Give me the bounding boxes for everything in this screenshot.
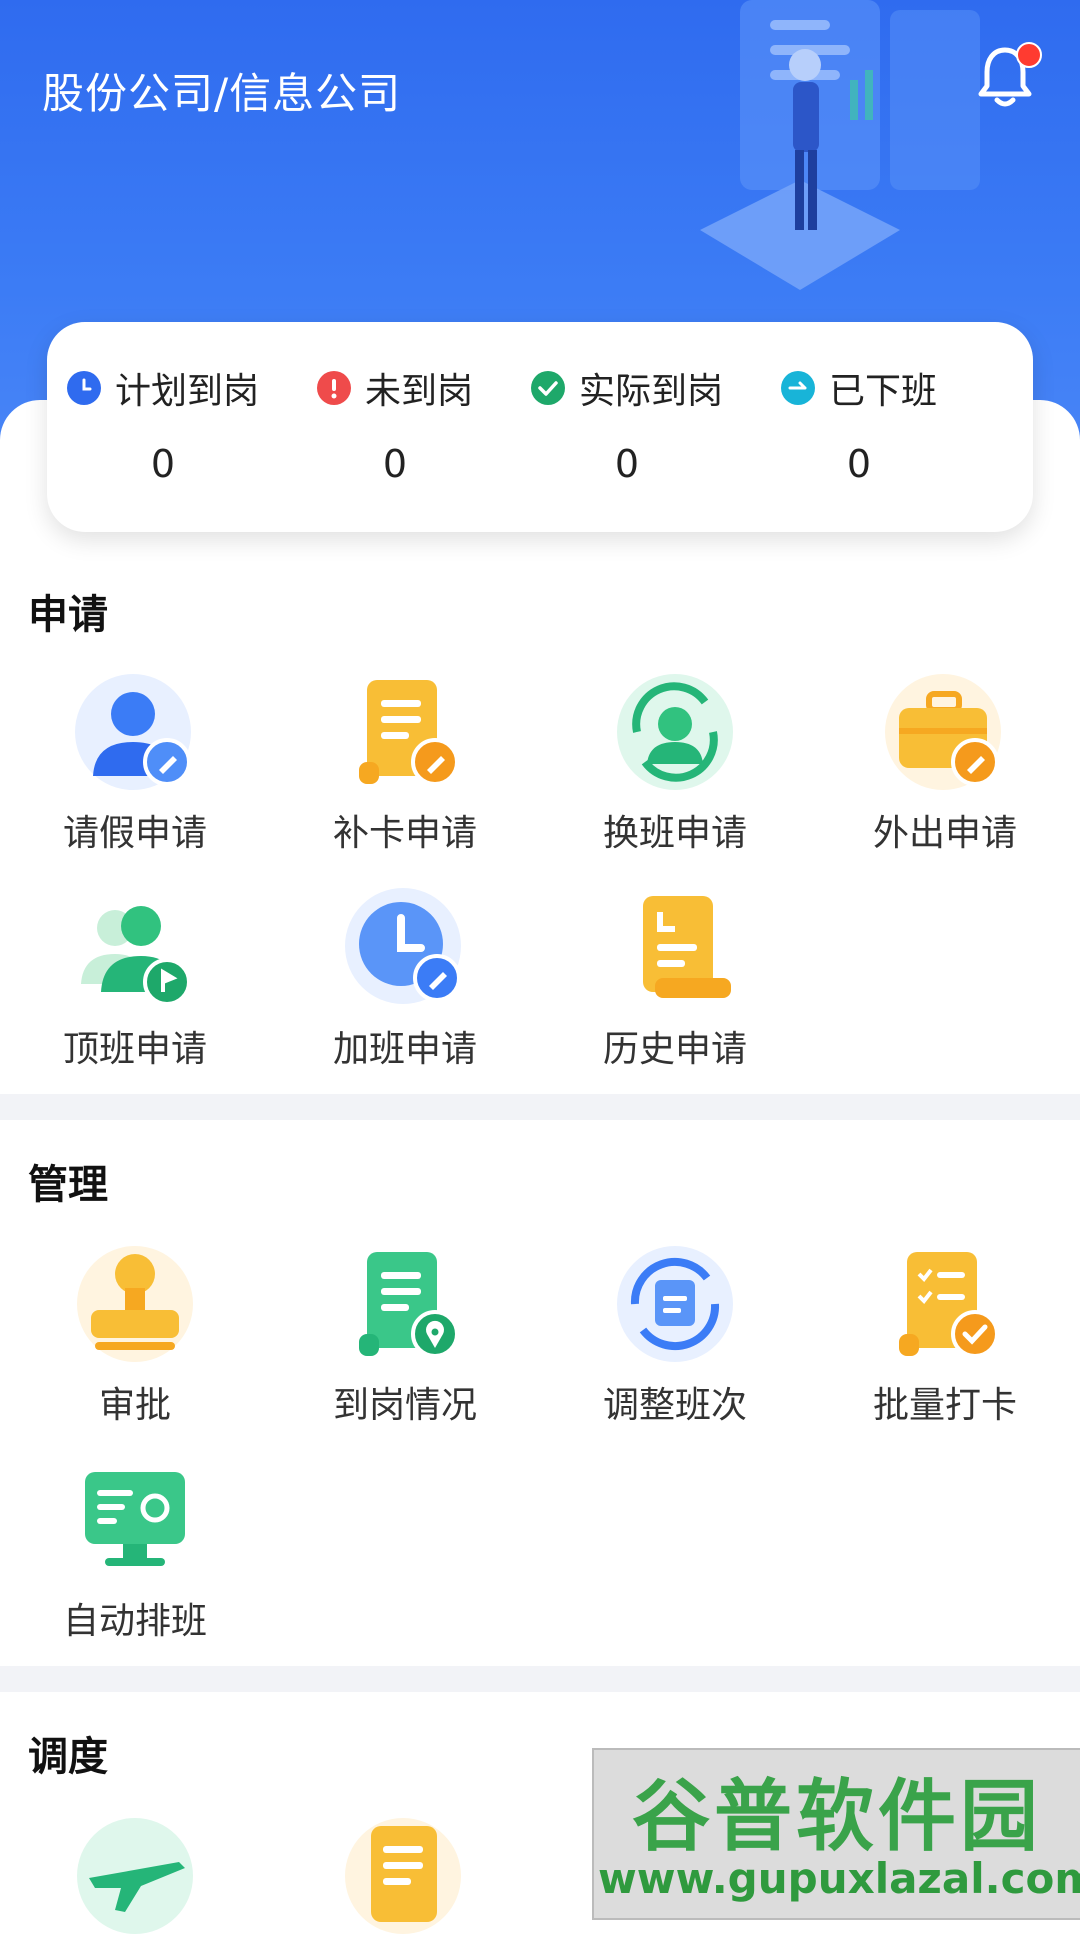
tile-label: 外出申请	[872, 813, 1017, 854]
tile-label: 换班申请	[602, 813, 747, 854]
stat-value: 0	[846, 442, 872, 486]
calendar-refresh-icon	[617, 1246, 733, 1362]
person-edit-icon	[75, 674, 191, 790]
stat-absent[interactable]: 未到岗 0	[279, 322, 511, 532]
tile-label: 调整班次	[602, 1385, 747, 1426]
checklist-icon	[899, 1252, 999, 1358]
content-panel	[0, 400, 1080, 1920]
stat-value: 0	[614, 442, 640, 486]
org-title[interactable]: 股份公司/信息公司	[42, 60, 401, 121]
person-flag-icon	[81, 906, 191, 1006]
adjust-shift[interactable]: 调整班次	[565, 1244, 785, 1434]
auto-scheduling[interactable]: 自动排班	[25, 1460, 245, 1650]
clock-icon	[66, 371, 101, 405]
tile-label: 审批	[98, 1385, 171, 1426]
tile-label: 自动排班	[62, 1601, 207, 1642]
attendance-status[interactable]: 到岗情况	[295, 1244, 515, 1434]
stat-label: 已下班	[828, 371, 937, 412]
monitor-refresh-icon	[85, 1472, 185, 1566]
exit-arrow-icon	[780, 371, 815, 405]
document-edit-icon	[359, 680, 459, 786]
section-divider	[0, 1666, 1080, 1692]
alert-icon	[316, 371, 351, 405]
stat-label: 未到岗	[364, 371, 473, 412]
stat-offduty[interactable]: 已下班 0	[743, 322, 975, 532]
stat-label: 计划到岗	[114, 371, 259, 412]
check-icon	[530, 371, 565, 405]
stat-actual[interactable]: 实际到岗 0	[511, 322, 743, 532]
stat-planned[interactable]: 计划到岗 0	[47, 322, 279, 532]
tile-label: 请假申请	[62, 813, 207, 854]
cover-shift-application[interactable]: 顶班申请	[25, 888, 245, 1078]
section-title-dispatch: 调度	[28, 1734, 108, 1780]
leave-application[interactable]: 请假申请	[25, 672, 245, 862]
shift-swap-application[interactable]: 换班申请	[565, 672, 785, 862]
section-title-apply: 申请	[28, 592, 108, 638]
batch-clock-in[interactable]: 批量打卡	[835, 1244, 1055, 1434]
person-swap-icon	[617, 674, 733, 790]
section-divider	[0, 1094, 1080, 1120]
tile-label: 批量打卡	[872, 1385, 1017, 1426]
tile-label: 加班申请	[332, 1029, 477, 1070]
card-supplement-application[interactable]: 补卡申请	[295, 672, 515, 862]
history-application[interactable]: 历史申请	[565, 888, 785, 1078]
tile-label: 顶班申请	[62, 1029, 207, 1070]
watermark: 谷普软件园 www.gupuxlazal.com	[592, 1748, 1080, 1920]
clock-edit-icon	[345, 888, 461, 1004]
watermark-url: www.gupuxlazal.com	[598, 1854, 1080, 1903]
history-document-icon	[643, 896, 731, 998]
stamp-icon	[77, 1246, 193, 1362]
tile-label: 补卡申请	[332, 813, 477, 854]
document-location-icon	[359, 1252, 459, 1358]
stat-value: 0	[150, 442, 176, 486]
tile-label: 到岗情况	[332, 1385, 477, 1426]
tile-label: 历史申请	[602, 1029, 747, 1070]
stat-label: 实际到岗	[578, 371, 723, 412]
airplane-icon	[77, 1818, 193, 1934]
dispatch-document[interactable]	[295, 1816, 515, 1934]
approval[interactable]: 审批	[25, 1244, 245, 1434]
dispatch-travel[interactable]	[25, 1816, 245, 1934]
document-icon	[345, 1818, 461, 1934]
watermark-title: 谷普软件园	[631, 1772, 1042, 1862]
section-title-manage: 管理	[28, 1162, 108, 1208]
stat-value: 0	[382, 442, 408, 486]
briefcase-edit-icon	[885, 674, 1001, 790]
attendance-stats-card: 计划到岗 0 未到岗 0 实际到岗 0 已下班 0	[47, 322, 1033, 532]
notification-badge	[1016, 42, 1042, 68]
outing-application[interactable]: 外出申请	[835, 672, 1055, 862]
overtime-application[interactable]: 加班申请	[295, 888, 515, 1078]
header-illustration	[700, 0, 980, 290]
